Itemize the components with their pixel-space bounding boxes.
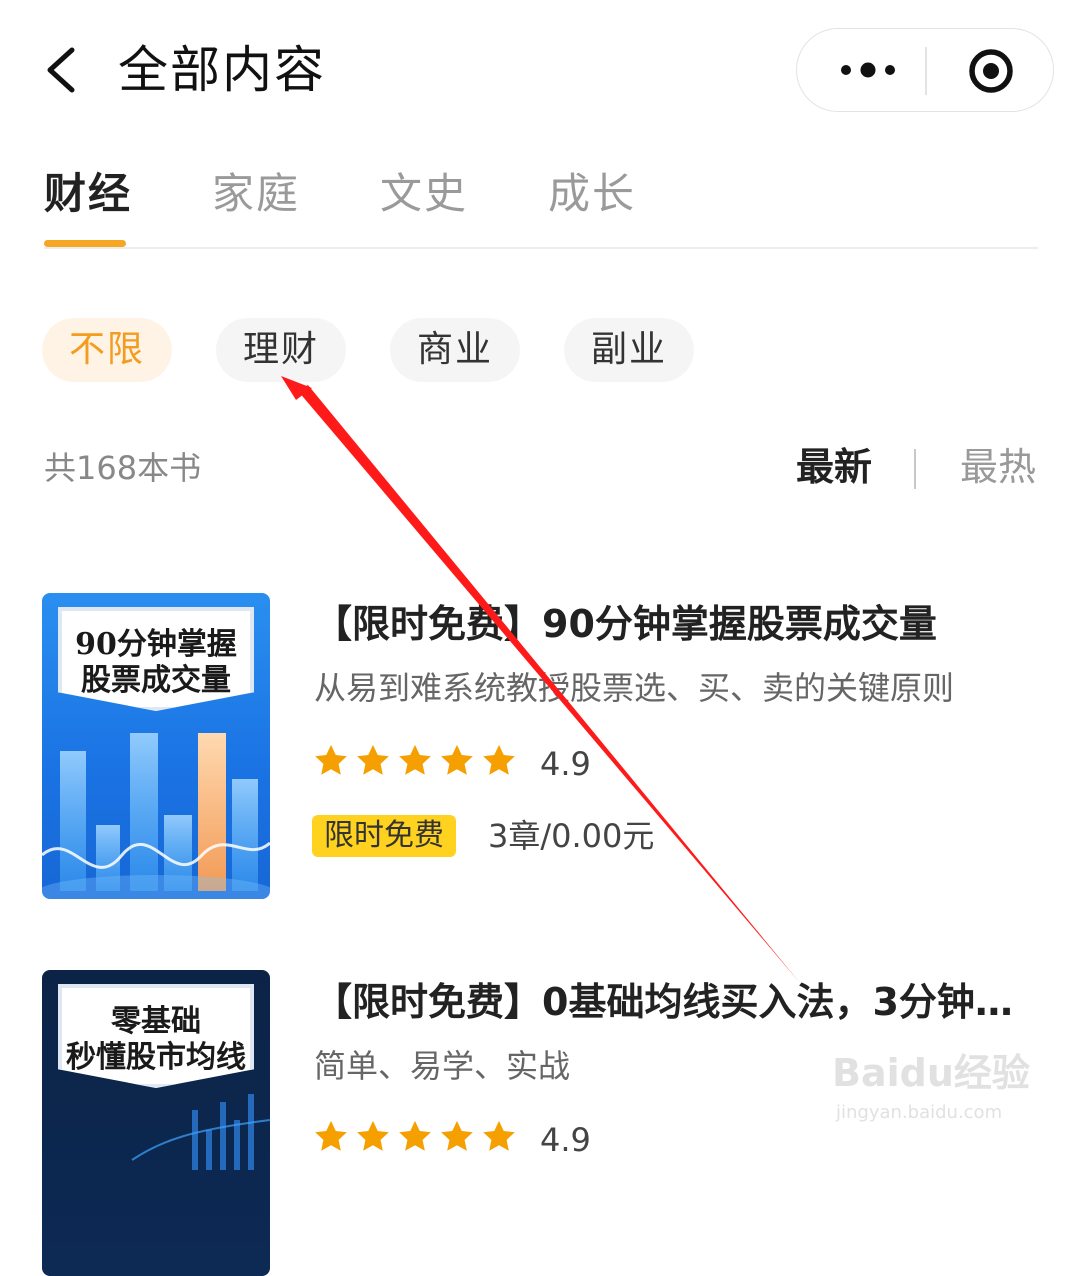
mini-program-capsule [796,28,1054,112]
cover-title: 零基础 秒懂股市均线 [66,1004,246,1075]
chevron-left-icon [47,47,75,93]
book-cover[interactable]: 90分钟掌握 股票成交量 [42,593,270,899]
sort-hottest[interactable]: 最热 [960,442,1036,492]
record-target-icon [969,49,1013,93]
chip-side-business[interactable]: 副业 [564,318,694,382]
tabs-divider [44,247,1038,249]
sort-divider [914,449,916,489]
rating-value: 4.9 [540,1121,591,1159]
star-icon [315,744,347,775]
chapter-price: 3章/0.00元 [488,817,655,855]
star-icon [357,744,389,775]
star-icon [441,744,473,775]
chip-business[interactable]: 商业 [390,318,520,382]
back-button[interactable] [36,38,96,102]
tab-finance[interactable]: 财经 [44,166,132,222]
star-icon [399,744,431,775]
sort-newest[interactable]: 最新 [796,442,872,492]
star-icon [441,1120,473,1151]
star-icon [357,1120,389,1151]
cover-title: 90分钟掌握 股票成交量 [75,627,237,698]
book-title[interactable]: 【限时免费】0基础均线买入法，3分钟… [314,976,1013,1028]
page-title: 全部内容 [118,41,326,99]
active-tab-indicator [44,240,126,247]
book-title[interactable]: 【限时免费】90分钟掌握股票成交量 [314,598,937,650]
baidu-watermark: Baidu经验 jingyan.baidu.com [832,1051,1030,1123]
star-icon [315,1120,347,1151]
book-cover[interactable]: 零基础 秒懂股市均线 [42,970,270,1276]
star-icon [483,744,515,775]
chip-wealth-management[interactable]: 理财 [216,318,346,382]
book-subtitle: 从易到难系统教授股票选、买、卖的关键原则 [314,669,955,707]
star-icon [399,1120,431,1151]
svg-text:jingyan.baidu.com: jingyan.baidu.com [835,1102,1002,1123]
rating-stars [312,1118,518,1158]
rating-value: 4.9 [540,745,591,783]
chip-unlimited[interactable]: 不限 [42,318,172,382]
tab-growth[interactable]: 成长 [548,166,636,222]
close-mini-program-button[interactable] [967,47,1015,95]
tab-family[interactable]: 家庭 [212,166,300,222]
star-icon [483,1120,515,1151]
book-subtitle: 简单、易学、实战 [314,1047,571,1085]
svg-text:Baidu经验: Baidu经验 [832,1051,1030,1095]
capsule-divider [925,47,927,95]
book-count: 共168本书 [44,449,202,487]
free-badge: 限时免费 [312,815,456,857]
more-button[interactable] [833,55,903,85]
tab-history[interactable]: 文史 [380,166,468,222]
rating-stars [312,742,518,782]
more-dots-icon [841,62,895,78]
